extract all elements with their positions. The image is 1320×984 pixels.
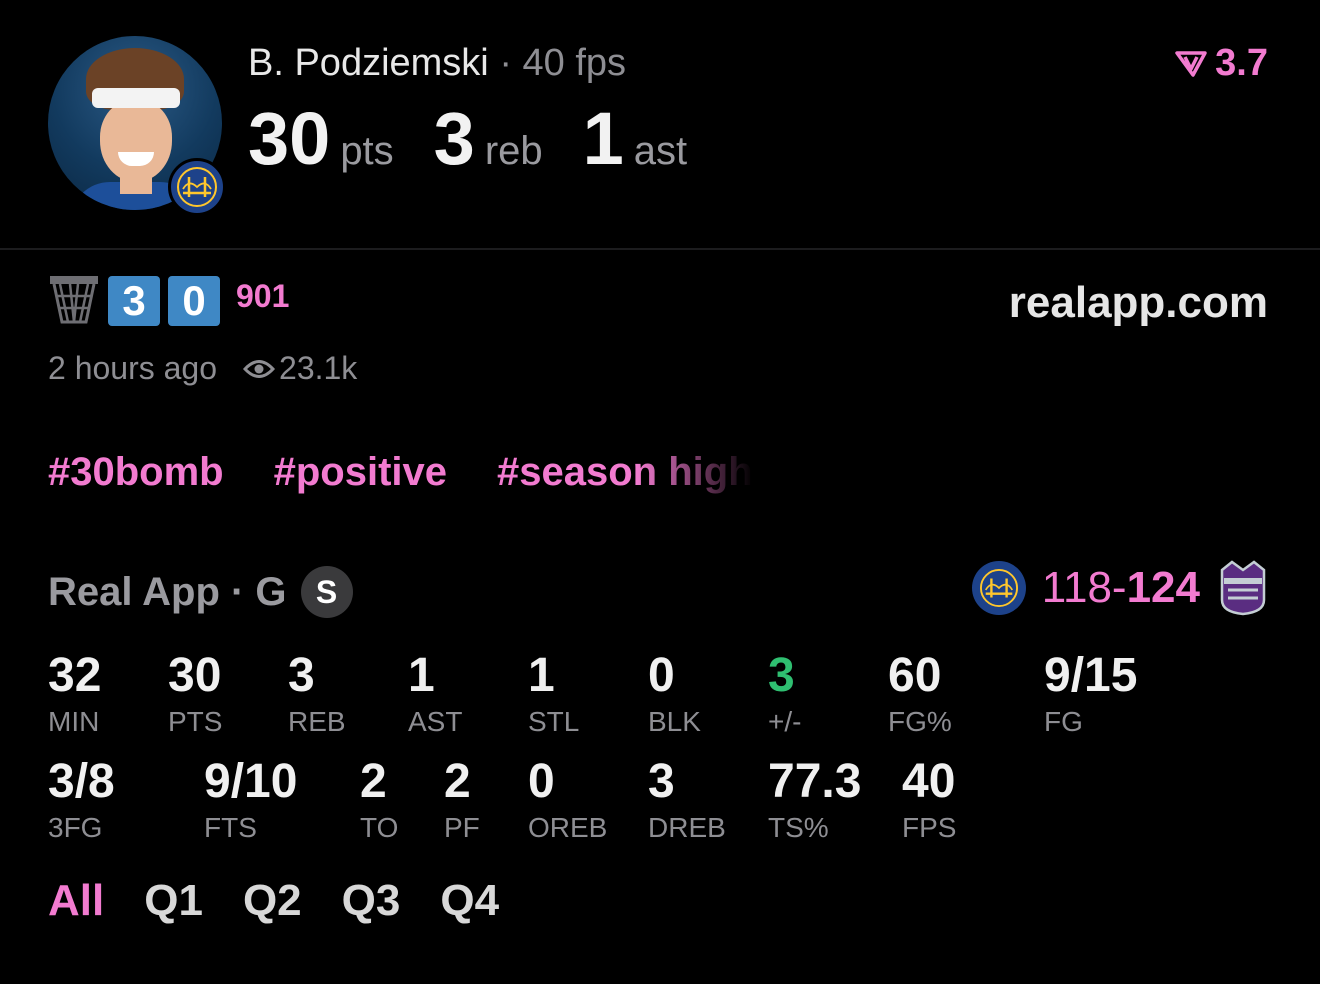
starter-badge: S: [300, 566, 353, 618]
post-meta: 2 hours ago 23.1k: [48, 350, 357, 387]
stat-value: 3: [648, 755, 675, 808]
score-dash: -: [1111, 563, 1127, 612]
stat-value: 32: [48, 649, 102, 702]
stat-value: 1: [528, 649, 555, 702]
stat-label: REB: [288, 706, 346, 737]
headline-stats: 30 pts 3 reb 1 ast: [248, 96, 727, 181]
score-digit-2: 0: [168, 276, 220, 326]
stat-label: STL: [528, 706, 580, 737]
stat-fps: 40 FPS: [902, 758, 956, 844]
stat-label: PF: [444, 812, 480, 843]
stat-pf: 2 PF: [444, 758, 480, 844]
stat-min: 32 MIN: [48, 652, 101, 738]
stat-label: MIN: [48, 706, 100, 737]
stat-value: 2: [360, 755, 387, 808]
stat-value: 60: [888, 649, 942, 702]
stat-value: 0: [528, 755, 555, 808]
stat-fg: 9/15 FG: [1044, 652, 1137, 738]
stat-label: FG: [1044, 706, 1083, 737]
site-link[interactable]: realapp.com: [1009, 278, 1268, 328]
stat-value: 30: [168, 649, 222, 702]
stat-value: 9/10: [204, 755, 298, 808]
game-score[interactable]: 118 - 124: [971, 560, 1268, 616]
stat-pts: 30 PTS: [168, 652, 222, 738]
tab-all[interactable]: All: [48, 876, 104, 926]
hashtags: #30bomb #positive #season high: [48, 450, 803, 495]
player-line: B. Podziemski · 40 fps: [248, 42, 626, 85]
basketball-hoop-icon: [50, 276, 98, 324]
stat-label: +/-: [768, 706, 802, 737]
hashtag-30bomb[interactable]: #30bomb: [48, 450, 224, 495]
stat-plus-minus: 3 +/-: [768, 652, 801, 738]
stat-ts-pct: 77.3 TS%: [768, 758, 861, 844]
stat-3fg: 3/8 3FG: [48, 758, 115, 844]
score-digit-1: 3: [108, 276, 160, 326]
stat-value: 40: [902, 755, 956, 808]
stat-label: OREB: [528, 812, 608, 843]
stat-fg-pct: 60 FG%: [888, 652, 952, 738]
stat-value: 77.3: [768, 755, 862, 808]
stat-label: FG%: [888, 706, 952, 737]
player-name[interactable]: B. Podziemski: [248, 42, 489, 84]
time-ago: 2 hours ago: [48, 350, 218, 386]
tab-q4[interactable]: Q4: [440, 876, 499, 926]
warriors-logo-icon: [168, 158, 226, 216]
stat-label: 3FG: [48, 812, 103, 843]
league-line: Real App · G S: [48, 566, 353, 618]
hashtag-positive[interactable]: #positive: [274, 450, 447, 495]
points-count: 901: [236, 278, 290, 314]
stat-blk: 0 BLK: [648, 652, 701, 738]
headline-ast-value: 1: [582, 97, 624, 180]
stat-value: 1: [408, 649, 435, 702]
kings-logo-icon: [1220, 560, 1266, 616]
headline-reb-value: 3: [433, 97, 475, 180]
rating-value: 3.7: [1215, 42, 1268, 84]
stat-reb: 3 REB: [288, 652, 346, 738]
stat-value: 3/8: [48, 755, 115, 808]
avatar-headband: [92, 88, 180, 108]
stat-value: 2: [444, 755, 471, 808]
stat-to: 2 TO: [360, 758, 398, 844]
stat-value: 3: [768, 649, 795, 702]
stat-label: AST: [408, 706, 463, 737]
avatar-face: [100, 100, 172, 182]
headline-pts-unit: pts: [340, 129, 394, 173]
tab-q1[interactable]: Q1: [144, 876, 203, 926]
score-away: 124: [1126, 563, 1200, 612]
stat-label: BLK: [648, 706, 701, 737]
stat-label: FPS: [902, 812, 957, 843]
stat-oreb: 0 OREB: [528, 758, 607, 844]
rating-badge[interactable]: 3.7: [1175, 42, 1268, 85]
stat-ast: 1 AST: [408, 652, 462, 738]
name-separator: ·: [499, 42, 512, 84]
period-tabs: All Q1 Q2 Q3 Q4: [48, 876, 539, 926]
hashtag-season-high[interactable]: #season high: [497, 450, 753, 495]
tab-q3[interactable]: Q3: [342, 876, 401, 926]
stat-label: DREB: [648, 812, 726, 843]
stat-value: 3: [288, 649, 315, 702]
warriors-logo-icon: [971, 561, 1026, 615]
headline-ast-unit: ast: [633, 129, 688, 173]
headline-reb-unit: reb: [484, 129, 543, 173]
divider: [0, 248, 1320, 250]
stat-label: TS%: [768, 812, 829, 843]
view-count: 23.1k: [279, 350, 358, 386]
stat-stl: 1 STL: [528, 652, 579, 738]
player-fps: 40 fps: [522, 42, 627, 84]
stat-label: FTS: [204, 812, 257, 843]
stat-value: 0: [648, 649, 675, 702]
headline-pts-value: 30: [248, 97, 331, 180]
league-label: Real App · G: [48, 569, 287, 614]
stat-label: PTS: [168, 706, 223, 737]
tab-q2[interactable]: Q2: [243, 876, 302, 926]
rating-chevron-icon: [1175, 50, 1207, 77]
stat-label: TO: [360, 812, 399, 843]
eye-icon: [243, 359, 276, 378]
stat-dreb: 3 DREB: [648, 758, 726, 844]
score-home: 118: [1041, 563, 1112, 612]
stat-value: 9/15: [1044, 649, 1138, 702]
stat-fts: 9/10 FTS: [204, 758, 297, 844]
